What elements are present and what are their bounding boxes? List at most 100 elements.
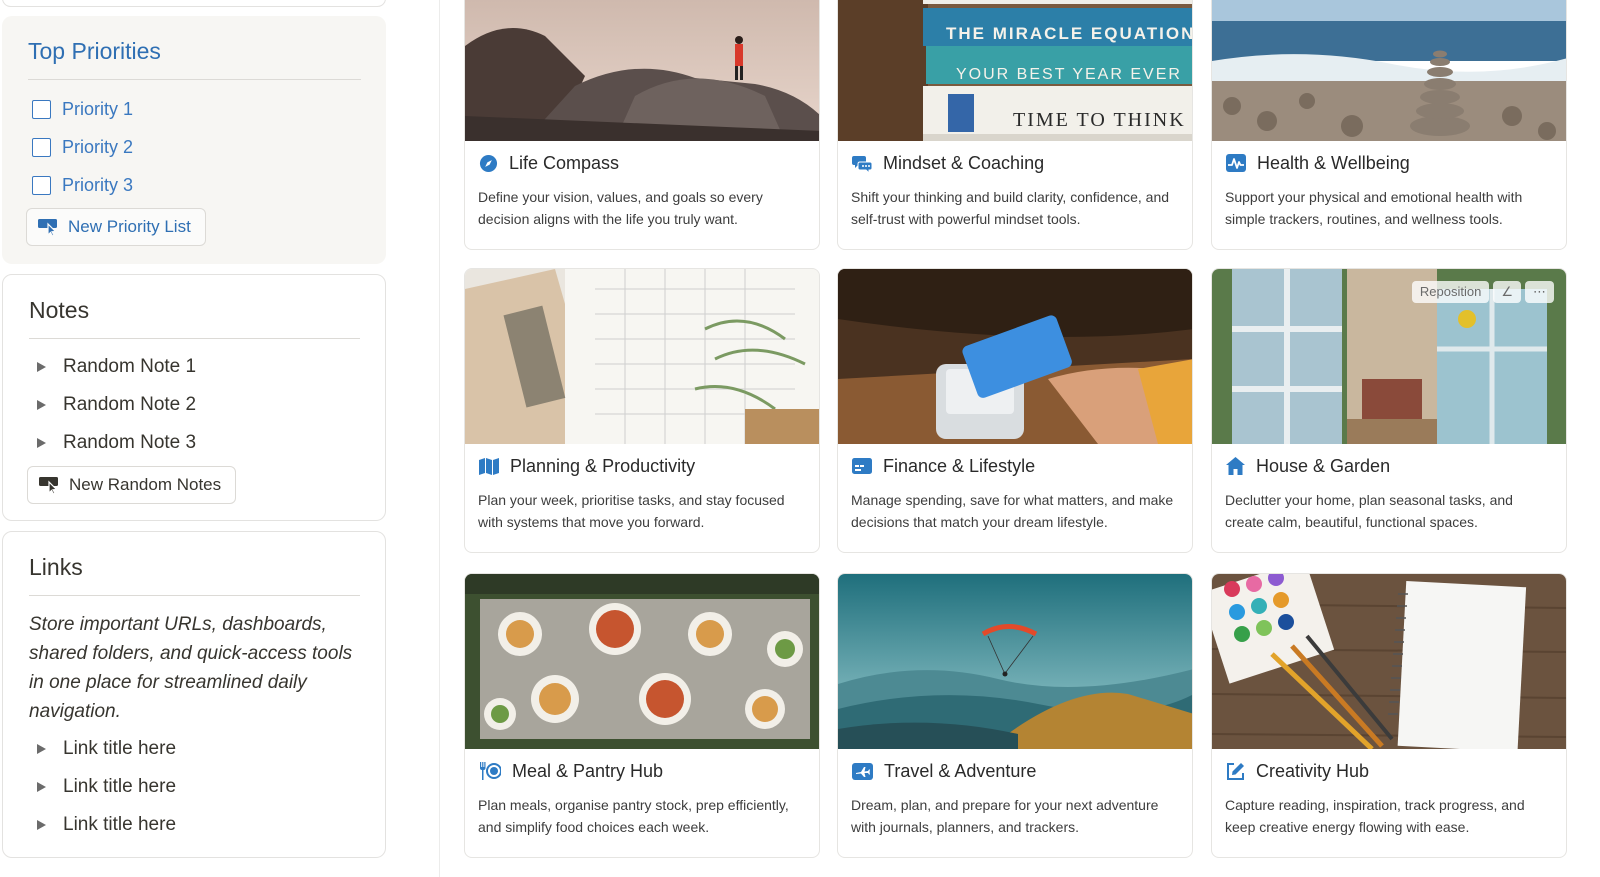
link-toggle-item[interactable]: Link title here	[37, 812, 176, 838]
hub-card-meal-pantry[interactable]: Meal & Pantry Hub Plan meals, organise p…	[464, 573, 820, 858]
credit-card-icon	[852, 458, 872, 474]
cover-image	[1212, 0, 1566, 141]
hub-title-row: Mindset & Coaching	[852, 150, 1044, 176]
links-description: Store important URLs, dashboards, shared…	[29, 614, 353, 722]
toggle-label: Random Note 2	[63, 394, 197, 415]
divider	[28, 79, 361, 80]
toggle-label: Random Note 1	[63, 356, 197, 377]
checkbox[interactable]	[32, 175, 51, 195]
hub-title-row: Life Compass	[479, 150, 619, 176]
link-label: Link title here	[63, 776, 177, 797]
todo-item[interactable]: Priority 2	[32, 133, 133, 161]
cover-image: Reposition ∠ ⋯	[1212, 269, 1566, 444]
hub-title: House & Garden	[1256, 455, 1391, 476]
cover-image	[465, 574, 819, 749]
hub-title-row: Finance & Lifestyle	[852, 453, 1035, 479]
links-card: Links Store important URLs, dashboards, …	[2, 531, 386, 858]
todo-item[interactable]: Priority 3	[32, 171, 133, 199]
hub-card-finance-lifestyle[interactable]: Finance & Lifestyle Manage spending, sav…	[837, 268, 1193, 553]
book-spine-title: YOUR BEST YEAR EVER	[956, 66, 1182, 83]
hub-title-row: House & Garden	[1226, 453, 1390, 479]
hub-title: Finance & Lifestyle	[883, 455, 1036, 476]
expand-triangle-icon[interactable]	[37, 782, 46, 792]
toggle-item[interactable]: Random Note 1	[37, 354, 196, 380]
hub-description: Declutter your home, plan seasonal tasks…	[1225, 492, 1513, 530]
compass-icon	[479, 154, 498, 172]
toggle-label: Random Note 3	[63, 432, 197, 453]
expand-triangle-icon[interactable]	[37, 820, 46, 830]
pointer-template-icon	[39, 477, 58, 494]
edit-cover-icon[interactable]: ∠	[1493, 281, 1521, 303]
expand-triangle-icon[interactable]	[37, 438, 46, 448]
checkbox[interactable]	[32, 137, 51, 157]
toggle-item[interactable]: Random Note 3	[37, 430, 196, 456]
button-label: New Random Notes	[69, 475, 222, 494]
cover-image	[1212, 574, 1566, 749]
notes-card: Notes Random Note 1 Random Note 2 Random…	[2, 274, 386, 521]
expand-triangle-icon[interactable]	[37, 362, 46, 372]
hub-title: Creativity Hub	[1256, 760, 1370, 781]
pencil-square-icon	[1227, 762, 1244, 780]
airplane-ticket-icon	[852, 762, 873, 780]
utensils-icon	[480, 762, 501, 780]
heart-pulse-icon	[1226, 154, 1246, 172]
book-spine-title: THE MIRACLE EQUATION	[946, 24, 1192, 43]
chat-bubbles-icon	[852, 155, 872, 173]
hub-title: Health & Wellbeing	[1257, 152, 1410, 173]
hub-card-mindset-coaching[interactable]: THE MIRACLE EQUATION YOUR BEST YEAR EVER…	[837, 0, 1193, 250]
hub-card-health-wellbeing[interactable]: Health & Wellbeing Support your physical…	[1211, 0, 1567, 250]
todo-item[interactable]: Priority 1	[32, 95, 133, 123]
hub-description: Shift your thinking and build clarity, c…	[851, 189, 1170, 227]
hub-card-life-compass[interactable]: Life Compass Define your vision, values,…	[464, 0, 820, 250]
priorities-title: Top Priorities	[28, 38, 161, 64]
new-random-notes-button[interactable]: New Random Notes	[27, 466, 237, 504]
link-label: Link title here	[63, 738, 177, 759]
link-toggle-item[interactable]: Link title here	[37, 736, 176, 762]
checkbox[interactable]	[32, 99, 51, 119]
toggle-item[interactable]: Random Note 2	[37, 392, 196, 418]
cover-controls: Reposition ∠ ⋯	[1411, 281, 1554, 303]
todo-label: Priority 2	[62, 136, 134, 157]
links-title: Links	[29, 554, 83, 580]
map-icon	[479, 457, 499, 475]
book-spine-title: TIME TO THINK	[1013, 109, 1186, 131]
top-priorities-card: Top Priorities Priority 1 Priority 2 Pri…	[2, 16, 386, 264]
reposition-button[interactable]: Reposition	[1411, 281, 1490, 303]
hub-description: Manage spending, save for what matters, …	[851, 492, 1174, 530]
hub-title: Meal & Pantry Hub	[512, 760, 664, 781]
hub-description: Define your vision, values, and goals so…	[478, 189, 763, 227]
cover-image	[465, 0, 819, 141]
hub-title-row: Health & Wellbeing	[1226, 150, 1410, 176]
new-priority-list-button[interactable]: New Priority List	[26, 208, 206, 246]
link-label: Link title here	[63, 814, 177, 835]
hub-title-row: Travel & Adventure	[852, 758, 1036, 784]
hub-card-house-garden[interactable]: Reposition ∠ ⋯ House & Garden Declutter …	[1211, 268, 1567, 553]
left-sidebar: Top Priorities Priority 1 Priority 2 Pri…	[0, 0, 440, 877]
cover-image	[838, 269, 1192, 444]
expand-triangle-icon[interactable]	[37, 400, 46, 410]
hub-title: Life Compass	[509, 152, 620, 173]
more-options-icon[interactable]: ⋯	[1525, 281, 1554, 303]
notes-title: Notes	[29, 297, 90, 323]
hub-card-planning-productivity[interactable]: Planning & Productivity Plan your week, …	[464, 268, 820, 553]
pointer-template-icon	[38, 219, 57, 236]
cover-image	[465, 269, 819, 444]
link-toggle-item[interactable]: Link title here	[37, 774, 176, 800]
hub-title-row: Meal & Pantry Hub	[479, 758, 663, 784]
hub-title: Planning & Productivity	[510, 455, 696, 476]
hub-title-row: Planning & Productivity	[479, 453, 695, 479]
hub-description: Plan meals, organise pantry stock, prep …	[478, 797, 789, 835]
hub-title: Travel & Adventure	[884, 760, 1037, 781]
cover-image: THE MIRACLE EQUATION YOUR BEST YEAR EVER…	[838, 0, 1192, 141]
hub-card-travel-adventure[interactable]: Travel & Adventure Dream, plan, and prep…	[837, 573, 1193, 858]
hub-description: Dream, plan, and prepare for your next a…	[851, 797, 1159, 835]
todo-label: Priority 1	[62, 98, 134, 119]
hub-title: Mindset & Coaching	[883, 152, 1045, 173]
hub-description: Capture reading, inspiration, track prog…	[1225, 797, 1525, 835]
hub-card-creativity[interactable]: Creativity Hub Capture reading, inspirat…	[1211, 573, 1567, 858]
house-icon	[1226, 457, 1245, 475]
cover-image	[838, 574, 1192, 749]
divider	[29, 595, 360, 596]
hub-title-row: Creativity Hub	[1226, 758, 1369, 784]
expand-triangle-icon[interactable]	[37, 744, 46, 754]
